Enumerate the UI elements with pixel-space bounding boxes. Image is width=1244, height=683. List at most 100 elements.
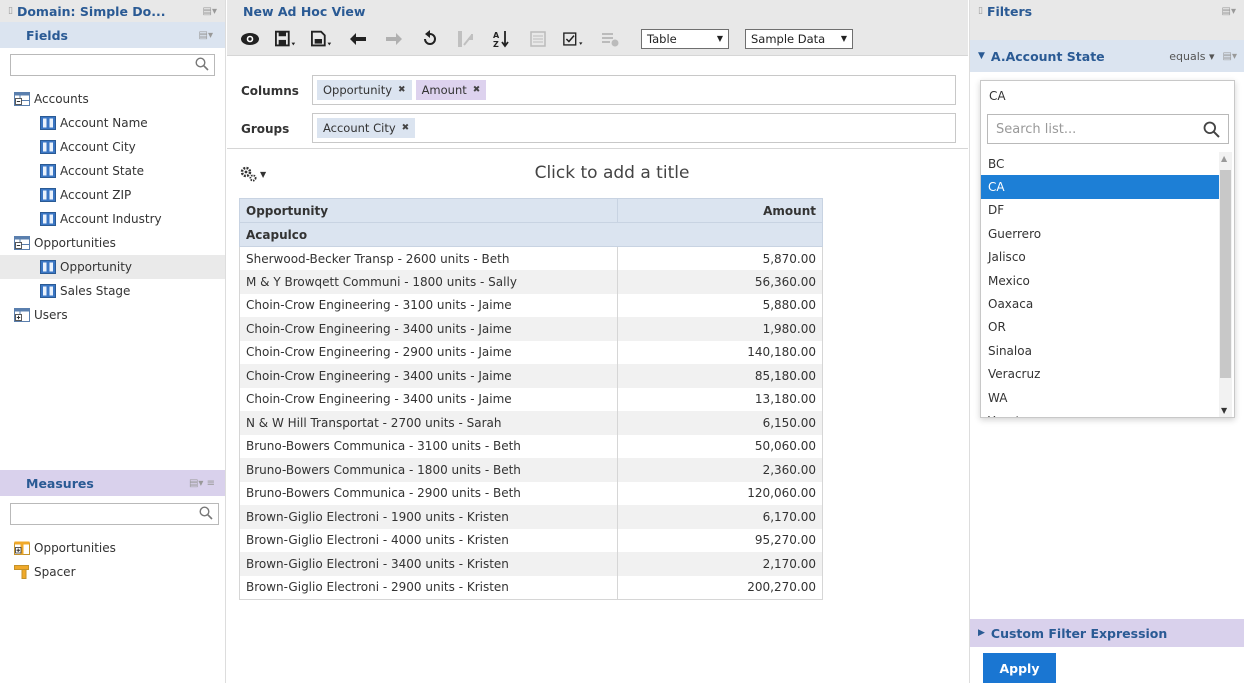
filter-option[interactable]: DF [981,199,1219,222]
redo-icon[interactable] [383,29,405,49]
domain-header[interactable]: ▯ Domain: Simple Do... ▤▾ [0,0,225,22]
measures-menu-icon[interactable]: ▤▾ ≡ [189,478,215,489]
filter-option[interactable]: BC [981,152,1219,175]
filter-search-input[interactable]: Search list... [987,114,1229,144]
undo-icon[interactable] [347,29,369,49]
table-plus-icon [14,308,30,322]
eye-icon[interactable] [239,29,261,49]
filter-option[interactable]: CA [981,175,1219,199]
domain-title: Domain: Simple Do... [16,3,166,19]
export-icon[interactable] [311,29,333,49]
filter-option[interactable]: Sinaloa [981,339,1219,362]
page-layout-icon[interactable] [527,29,549,49]
filter-option[interactable]: Yucatan [981,409,1219,417]
measures-header[interactable]: Measures ▤▾ ≡ [0,470,225,496]
filter-value-dropdown[interactable]: CA Search list... BC CA DF Guerrero Jalisco M… [980,80,1235,418]
remove-icon[interactable]: ✖ [398,85,406,95]
measure-node-label: Spacer [34,565,76,579]
measure-node-opportunities[interactable]: Opportunities [0,536,225,560]
panel-menu-icon[interactable]: ▤▾ [203,6,217,17]
filter-option[interactable]: Mexico [981,269,1219,292]
expand-triangle-icon[interactable]: ▶ [978,628,985,638]
search-icon[interactable] [195,57,209,71]
query-icon[interactable] [599,29,621,49]
filters-menu-icon[interactable]: ▤▾ [1222,6,1236,17]
filter-option[interactable]: Guerrero [981,222,1219,245]
view-type-select[interactable]: Table ▼ [641,28,729,49]
expand-triangle-icon[interactable]: ▼ [978,51,985,61]
report-title-placeholder[interactable]: Click to add a title [227,163,997,183]
cell-amount: 140,180.00 [617,340,823,364]
cell-opportunity: Bruno-Bowers Communica - 3100 units - Be… [239,434,618,458]
checklist-menu-icon[interactable] [563,29,585,49]
table-icon [14,92,30,106]
tree-node-opportunity[interactable]: Opportunity [0,255,225,279]
scroll-down-icon[interactable]: ▼ [1221,406,1227,415]
columns-drop-zone[interactable]: Opportunity ✖ Amount ✖ [312,75,956,105]
cell-opportunity: Choin-Crow Engineering - 3400 units - Ja… [239,364,618,388]
svg-text:Z: Z [493,40,499,48]
save-icon[interactable] [275,29,297,49]
group-label[interactable]: Acapulco [239,222,823,247]
apply-button[interactable]: Apply [983,653,1056,683]
remove-icon[interactable]: ✖ [402,123,410,133]
remove-icon[interactable]: ✖ [473,85,481,95]
switch-group-icon[interactable] [455,29,477,49]
fields-search-input[interactable] [10,54,215,76]
column-header-amount[interactable]: Amount [617,198,823,223]
filter-current-value[interactable]: CA [981,81,1234,111]
chip-label: Amount [421,83,467,97]
tree-node-account-industry[interactable]: Account Industry [0,207,225,231]
domain-collapse-icon[interactable]: ▯ [8,6,13,16]
filter-option[interactable]: Jalisco [981,246,1219,269]
filters-header[interactable]: ▯ Filters ▤▾ [970,0,1244,22]
data-mode-select[interactable]: Sample Data ▼ [745,28,853,49]
search-icon[interactable] [199,506,213,520]
cell-amount: 200,270.00 [617,575,823,600]
filter-option[interactable]: OR [981,316,1219,339]
scroll-up-icon[interactable]: ▲ [1221,154,1227,163]
operator-select[interactable]: equals ▾ [1169,50,1214,63]
tree-node-users[interactable]: Users [0,303,225,327]
svg-text:A: A [493,31,500,40]
measure-node-spacer[interactable]: Spacer [0,560,225,584]
chip-opportunity[interactable]: Opportunity ✖ [317,80,412,100]
search-icon[interactable] [1203,121,1220,138]
cell-amount: 13,180.00 [617,387,823,411]
options-scrollbar[interactable]: ▲ ▼ [1219,152,1232,417]
tree-node-account-name[interactable]: Account Name [0,111,225,135]
sort-icon[interactable]: AZ [491,29,513,49]
groups-drop-zone[interactable]: Account City ✖ [312,113,956,143]
table-row: Choin-Crow Engineering - 3400 units - Ja… [239,387,823,411]
table-row: Choin-Crow Engineering - 3400 units - Ja… [239,364,823,388]
chevron-down-icon: ▼ [840,34,847,43]
filters-header-band [970,22,1244,40]
filter-option[interactable]: Veracruz [981,363,1219,386]
filter-search-placeholder: Search list... [996,121,1077,137]
tree-node-opportunities[interactable]: Opportunities [0,231,225,255]
groups-label: Groups [241,122,290,136]
undo-all-icon[interactable] [419,29,441,49]
filters-collapse-icon[interactable]: ▯ [978,6,983,16]
view-title-bar: New Ad Hoc View [227,0,968,22]
measures-tree: Opportunities Spacer [0,536,225,584]
custom-filter-expression-header[interactable]: ▶ Custom Filter Expression [970,619,1244,647]
measure-folder-icon [14,541,30,555]
tree-node-account-zip[interactable]: Account ZIP [0,183,225,207]
fields-header[interactable]: Fields ▤▾ [0,22,225,48]
scrollbar-thumb[interactable] [1220,170,1231,378]
filter-option[interactable]: WA [981,386,1219,409]
tree-node-accounts[interactable]: Accounts [0,87,225,111]
filter-account-state-header[interactable]: ▼ A.Account State equals ▾ ▤▾ [970,40,1244,72]
fields-menu-icon[interactable]: ▤▾ [199,30,213,41]
chip-amount[interactable]: Amount ✖ [415,80,487,100]
measures-search-input[interactable] [10,503,219,525]
cell-amount: 50,060.00 [617,434,823,458]
filter-option[interactable]: Oaxaca [981,292,1219,315]
tree-node-account-city[interactable]: Account City [0,135,225,159]
filter-menu-icon[interactable]: ▤▾ [1223,51,1237,62]
column-header-opportunity[interactable]: Opportunity [239,198,618,223]
tree-node-account-state[interactable]: Account State [0,159,225,183]
tree-node-sales-stage[interactable]: Sales Stage [0,279,225,303]
chip-account-city[interactable]: Account City ✖ [317,118,416,138]
